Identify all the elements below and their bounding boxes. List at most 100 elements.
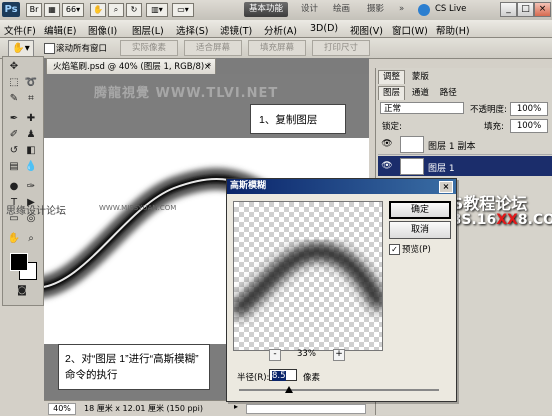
pen-tool-icon[interactable]: ✑: [24, 181, 38, 193]
workspace-more[interactable]: »: [394, 2, 409, 17]
rotate-view-icon[interactable]: ↻: [126, 3, 142, 17]
hand-tool-preset-icon[interactable]: ✋▾: [8, 40, 34, 57]
hand-icon[interactable]: ✋: [90, 3, 106, 17]
preview-zoom-out-button[interactable]: -: [269, 349, 281, 361]
preview-artwork: [229, 243, 389, 319]
menu-file-item[interactable]: 文件(F): [4, 23, 36, 37]
tab-channels[interactable]: 通道: [408, 87, 433, 100]
fit-screen-button[interactable]: 适合屏幕: [184, 40, 242, 56]
cs-live-button[interactable]: CS Live: [430, 2, 471, 17]
foreground-color-swatch-top[interactable]: [10, 253, 28, 271]
minimize-button[interactable]: _: [500, 2, 517, 17]
quick-mask-icon[interactable]: ◙: [15, 285, 29, 297]
preview-zoom-in-button[interactable]: +: [333, 349, 345, 361]
preview-checkbox[interactable]: ✓: [389, 244, 400, 255]
lock-label: 锁定:: [382, 122, 402, 132]
menu-layer-item[interactable]: 图层(L): [132, 23, 164, 37]
blur-tool-icon[interactable]: 💧: [24, 161, 38, 173]
blur-preview[interactable]: [229, 201, 389, 351]
watermark-missyuan: 思缘设计论坛: [6, 206, 66, 217]
zoom-field[interactable]: 40%: [48, 403, 76, 415]
menu-view-item[interactable]: 视图(V): [350, 23, 383, 37]
visibility-eye-icon[interactable]: 👁: [380, 134, 394, 154]
marquee-tool-icon[interactable]: ⬚: [7, 77, 21, 89]
maximize-button[interactable]: □: [517, 2, 534, 17]
workspace-photography[interactable]: 摄影: [362, 2, 389, 17]
radius-slider-track[interactable]: [239, 389, 439, 391]
eyedropper-tool-icon[interactable]: ✒: [7, 113, 21, 125]
close-tab-icon[interactable]: ×: [204, 59, 211, 75]
arrange-documents-icon[interactable]: ▥▾: [146, 3, 168, 17]
lasso-tool-icon[interactable]: ➰: [24, 77, 38, 89]
ps-logo-icon: Ps: [2, 2, 20, 17]
dodge-tool-icon[interactable]: ●: [7, 181, 21, 193]
fill-label: 填充:: [484, 122, 504, 132]
tab-layers[interactable]: 图层: [378, 86, 406, 100]
tab-masks[interactable]: 蒙版: [408, 71, 433, 84]
workspace-design[interactable]: 设计: [296, 2, 323, 17]
gradient-tool-icon[interactable]: ▤: [7, 161, 21, 173]
dialog-close-icon[interactable]: ×: [439, 181, 453, 193]
layer-thumbnail: [400, 158, 424, 175]
cancel-button[interactable]: 取消: [389, 221, 451, 239]
radius-slider-thumb[interactable]: [285, 386, 293, 393]
brush-tool-icon[interactable]: ✐: [7, 129, 21, 141]
history-brush-tool-icon[interactable]: ↺: [7, 145, 21, 157]
status-menu-arrow-icon[interactable]: ▸: [234, 402, 238, 411]
adjust-panel-tabs: 调整 蒙版: [378, 70, 433, 84]
visibility-eye-icon[interactable]: 👁: [380, 156, 394, 176]
radius-input[interactable]: 8.5: [269, 369, 297, 381]
layer-row-copy[interactable]: 👁 图层 1 副本: [378, 134, 552, 155]
menu-3d-item[interactable]: 3D(D): [310, 23, 338, 34]
workspace-essentials[interactable]: 基本功能: [244, 2, 289, 17]
move-tool-icon[interactable]: ✥: [7, 61, 21, 73]
actual-pixels-button[interactable]: 实际像素: [120, 40, 178, 56]
opacity-field[interactable]: 100%: [510, 102, 548, 116]
menu-edit-item[interactable]: 编辑(E): [44, 23, 76, 37]
zoom-icon[interactable]: ⌕: [108, 3, 124, 17]
healing-tool-icon[interactable]: ✚: [24, 113, 38, 125]
gaussian-blur-dialog: 高斯模糊 × - 33% + 确定 取消 ✓ 预览(P) 半径(R): 8.5 …: [226, 178, 457, 402]
layer-row-selected[interactable]: 👁 图层 1: [378, 156, 552, 176]
stamp-tool-icon[interactable]: ♟: [24, 129, 38, 141]
layers-panel-tabs: 图层 通道 路径: [378, 86, 461, 100]
document-tab-title: 火焰笔刷.psd @ 40% (图层 1, RGB/8) *: [53, 62, 212, 72]
radius-label: 半径(R):: [237, 373, 270, 383]
preview-label: 预览(P): [402, 245, 431, 255]
screen-mode-icon[interactable]: ▭▾: [172, 3, 194, 17]
blend-mode-value: 正常: [384, 104, 402, 114]
toolbox: ✥ ⬚ ➰ ✎ ⌗ ✒ ✚ ✐ ♟ ↺ ◧ ▤ 💧 ● ✑ T ▶ ▭ ◎ ✋ …: [2, 56, 44, 306]
zoom-tool-icon[interactable]: ⌕: [24, 233, 38, 245]
menu-window-item[interactable]: 窗口(W): [392, 23, 428, 37]
callout-step-2-text: 2、对“图层 1”进行“高斯模糊” 命令的执行: [65, 353, 199, 381]
eraser-tool-icon[interactable]: ◧: [24, 145, 38, 157]
horizontal-scrollbar[interactable]: [246, 404, 366, 414]
site-watermark-url-highlight: XX: [496, 212, 518, 228]
document-tab[interactable]: 火焰笔刷.psd @ 40% (图层 1, RGB/8) * ×: [46, 58, 216, 74]
tab-adjustments[interactable]: 调整: [378, 70, 406, 84]
close-button[interactable]: ×: [534, 2, 551, 17]
application-bar: Ps Br ▦ 66▾ ✋ ⌕ ↻ ▥▾ ▭▾ 基本功能 设计 绘画 摄影 » …: [0, 0, 552, 21]
crop-tool-icon[interactable]: ⌗: [24, 93, 38, 105]
bridge-icon[interactable]: Br: [26, 3, 42, 17]
menu-analysis-item[interactable]: 分析(A): [264, 23, 297, 37]
hand-tool-icon[interactable]: ✋: [7, 233, 21, 245]
ok-button[interactable]: 确定: [389, 201, 451, 219]
preview-zoom-value: 33%: [297, 349, 316, 359]
layer-name: 图层 1 副本: [428, 142, 476, 152]
fill-screen-button[interactable]: 填充屏幕: [248, 40, 306, 56]
tab-paths[interactable]: 路径: [436, 87, 461, 100]
workspace-painting[interactable]: 绘画: [328, 2, 355, 17]
menu-select-item[interactable]: 选择(S): [176, 23, 208, 37]
menu-help-item[interactable]: 帮助(H): [436, 23, 470, 37]
document-info: 18 厘米 x 12.01 厘米 (150 ppi): [84, 404, 203, 413]
scroll-all-windows-checkbox[interactable]: [44, 43, 55, 54]
quick-select-tool-icon[interactable]: ✎: [7, 93, 21, 105]
print-size-button[interactable]: 打印尺寸: [312, 40, 370, 56]
menu-filter-item[interactable]: 滤镜(T): [220, 23, 252, 37]
zoom-level-icon[interactable]: 66▾: [62, 3, 84, 17]
fill-field[interactable]: 100%: [510, 119, 548, 133]
mini-bridge-icon[interactable]: ▦: [44, 3, 60, 17]
blend-mode-select[interactable]: 正常: [380, 102, 464, 114]
menu-image-item[interactable]: 图像(I): [88, 23, 117, 37]
